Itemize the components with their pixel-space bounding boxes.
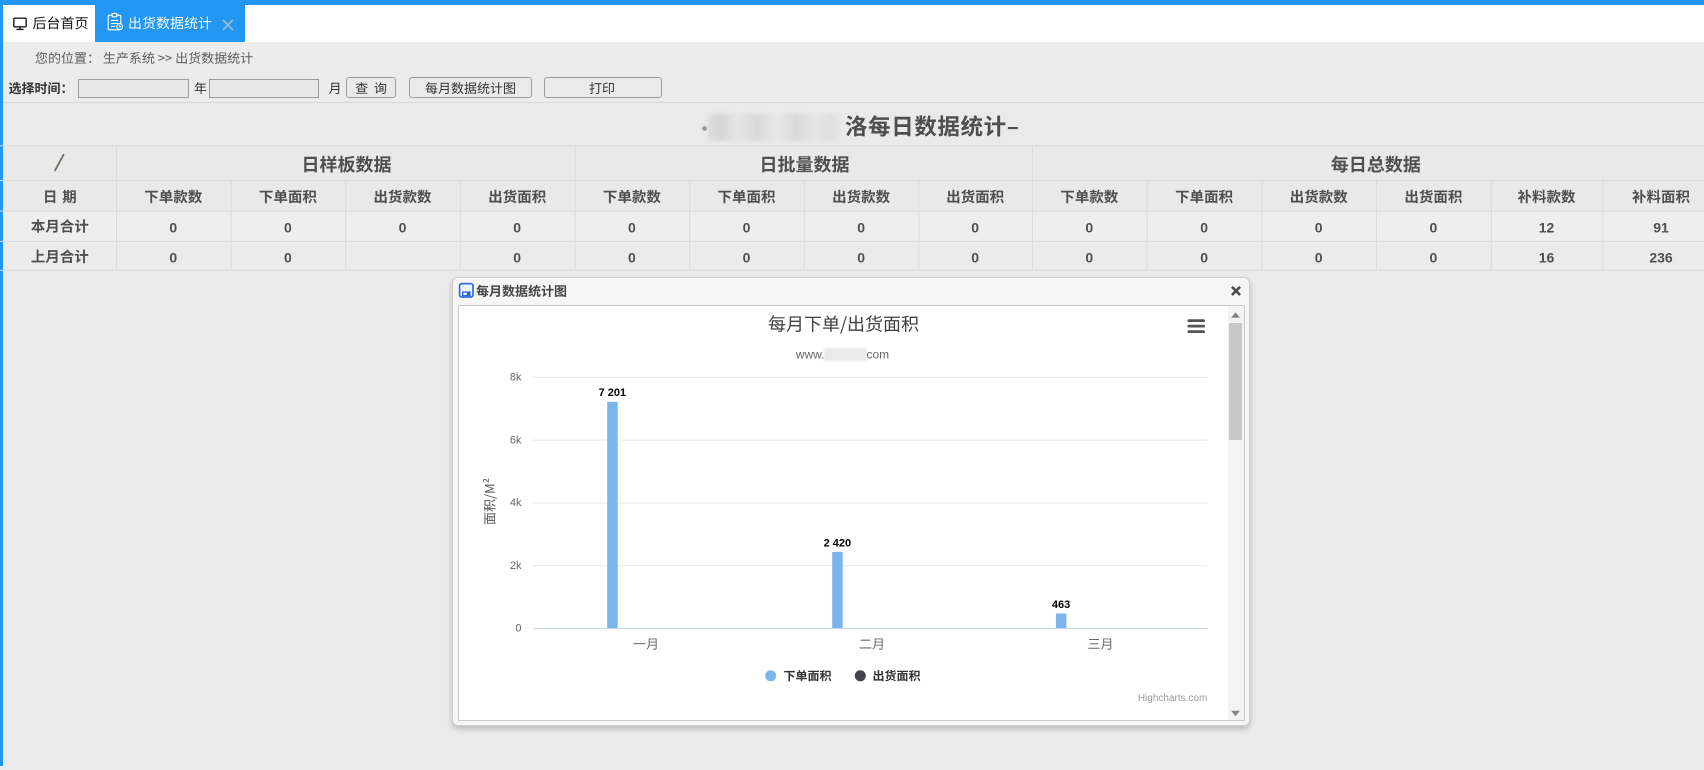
svg-text:0: 0 — [513, 249, 521, 265]
svg-text:0: 0 — [284, 249, 292, 265]
svg-text:0: 0 — [971, 219, 979, 235]
svg-text:0: 0 — [1430, 219, 1438, 235]
svg-text:0: 0 — [628, 249, 636, 265]
svg-text:0: 0 — [1200, 249, 1208, 265]
svg-text:0: 0 — [857, 249, 865, 265]
svg-text:16: 16 — [1539, 249, 1555, 265]
svg-text:4k: 4k — [510, 497, 522, 509]
svg-text:www.: www. — [795, 348, 825, 362]
svg-text:0: 0 — [743, 249, 751, 265]
svg-text:463: 463 — [1052, 599, 1070, 611]
svg-text:0: 0 — [513, 219, 521, 235]
svg-text:2 420: 2 420 — [824, 537, 852, 549]
svg-text:0: 0 — [1315, 219, 1323, 235]
svg-text:91: 91 — [1653, 219, 1669, 235]
svg-text:0: 0 — [743, 219, 751, 235]
svg-text:236: 236 — [1649, 249, 1673, 265]
svg-text:0: 0 — [1200, 219, 1208, 235]
svg-text:6k: 6k — [510, 434, 522, 446]
svg-text:2k: 2k — [510, 560, 522, 572]
svg-text:0: 0 — [1315, 249, 1323, 265]
svg-text:12: 12 — [1539, 219, 1555, 235]
svg-text:0: 0 — [169, 219, 177, 235]
svg-text:0: 0 — [284, 219, 292, 235]
svg-text:Highcharts.com: Highcharts.com — [1138, 693, 1207, 704]
svg-text:8k: 8k — [510, 372, 522, 384]
svg-text:7 201: 7 201 — [599, 387, 627, 399]
svg-text:0: 0 — [515, 623, 521, 635]
svg-text:0: 0 — [399, 219, 407, 235]
svg-text:0: 0 — [857, 219, 865, 235]
svg-text:0: 0 — [971, 249, 979, 265]
svg-text:0: 0 — [628, 219, 636, 235]
svg-text:com: com — [867, 348, 890, 362]
svg-text:0: 0 — [1085, 219, 1093, 235]
svg-text:0: 0 — [1085, 249, 1093, 265]
svg-text:0: 0 — [1430, 249, 1438, 265]
svg-text:0: 0 — [169, 249, 177, 265]
